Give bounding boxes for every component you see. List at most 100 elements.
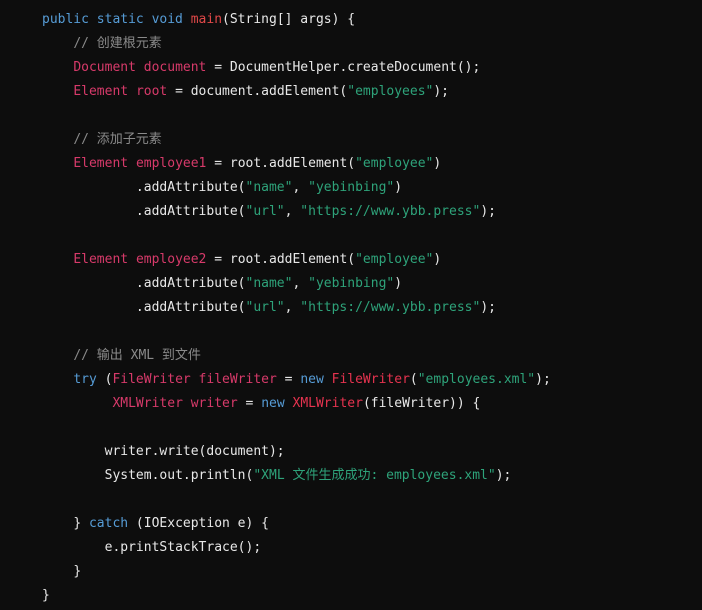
string-literal: "url" — [245, 300, 285, 315]
code-text: = root.addElement( — [206, 156, 356, 171]
code-text: ); — [535, 372, 551, 387]
keyword-token: new — [300, 372, 332, 387]
variable-token: root — [135, 84, 168, 99]
code-line: XMLWriter writer = new XMLWriter(fileWri… — [42, 392, 551, 416]
string-literal: "employee" — [355, 252, 434, 267]
code-text: ); — [480, 204, 496, 219]
code-line: } catch (IOException e) { — [42, 512, 551, 536]
code-text: ) — [394, 180, 403, 195]
type-token: XMLWriter — [112, 396, 191, 411]
code-line: .addAttribute("name", "yebinbing") — [42, 176, 551, 200]
variable-token: fileWriter — [198, 372, 277, 387]
type-token: Element — [73, 156, 136, 171]
string-literal: "https://www.ybb.press" — [300, 300, 481, 315]
code-text: ) — [433, 156, 442, 171]
code-text: ( — [409, 372, 418, 387]
code-text: .addAttribute( — [135, 300, 246, 315]
code-text: (fileWriter)) { — [362, 396, 481, 411]
type-token: FileWriter — [112, 372, 199, 387]
class-name-token: FileWriter — [331, 372, 410, 387]
code-line: Document document = DocumentHelper.creat… — [42, 56, 551, 80]
string-literal: "XML 文件生成成功: employees.xml" — [253, 468, 496, 483]
code-text: ( — [96, 372, 113, 387]
code-text: = — [276, 372, 301, 387]
keyword-token: catch — [88, 516, 129, 531]
code-text: } — [73, 516, 89, 531]
code-text: , — [284, 300, 301, 315]
code-text: ) — [394, 276, 403, 291]
code-text: , — [292, 180, 309, 195]
code-line: .addAttribute("name", "yebinbing") — [42, 272, 551, 296]
code-text: = DocumentHelper.createDocument(); — [206, 60, 481, 75]
code-text: , — [284, 204, 301, 219]
code-text: writer.write(document); — [104, 444, 285, 459]
code-text: = root.addElement( — [206, 252, 356, 267]
code-text: = — [237, 396, 262, 411]
code-text: ); — [433, 84, 450, 99]
code-line: Element root = document.addElement("empl… — [42, 80, 551, 104]
string-literal: "employees.xml" — [417, 372, 536, 387]
code-text: ); — [480, 300, 496, 315]
code-line: .addAttribute("url", "https://www.ybb.pr… — [42, 296, 551, 320]
code-text: } — [42, 588, 50, 603]
string-literal: "url" — [245, 204, 285, 219]
variable-token: document — [143, 60, 207, 75]
comment: // 输出 XML 到文件 — [73, 348, 201, 363]
code-text: } — [73, 564, 82, 579]
string-literal: "name" — [245, 180, 293, 195]
string-literal: "employee" — [355, 156, 434, 171]
keyword-token: new — [261, 396, 293, 411]
string-literal: "https://www.ybb.press" — [300, 204, 481, 219]
code-text: ) — [433, 252, 442, 267]
code-text: = document.addElement( — [167, 84, 348, 99]
code-line: // 创建根元素 — [42, 32, 551, 56]
variable-token: writer — [190, 396, 238, 411]
comment: // 添加子元素 — [73, 132, 162, 147]
code-text: .addAttribute( — [135, 276, 246, 291]
code-text: ); — [495, 468, 512, 483]
code-line: try (FileWriter fileWriter = new FileWri… — [42, 368, 551, 392]
type-token: Element — [73, 84, 136, 99]
string-literal: "yebinbing" — [308, 180, 395, 195]
code-line: Element employee2 = root.addElement("emp… — [42, 248, 551, 272]
code-text: .addAttribute( — [135, 204, 246, 219]
variable-token: employee2 — [135, 252, 207, 267]
keyword-token: public static void — [42, 12, 191, 27]
code-text: .addAttribute( — [135, 180, 246, 195]
code-line: Element employee1 = root.addElement("emp… — [42, 152, 551, 176]
string-literal: "yebinbing" — [308, 276, 395, 291]
code-line: } — [42, 584, 551, 608]
code-text: (String[] args) { — [222, 12, 356, 27]
variable-token: employee1 — [135, 156, 207, 171]
code-text: , — [292, 276, 309, 291]
type-token: Element — [73, 252, 136, 267]
code-block: public static void main(String[] args) {… — [42, 8, 551, 608]
class-name-token: XMLWriter — [292, 396, 363, 411]
type-token: Document — [73, 60, 144, 75]
string-literal: "name" — [245, 276, 293, 291]
code-text: (IOException e) { — [128, 516, 269, 531]
code-line: e.printStackTrace(); — [42, 536, 551, 560]
code-line: } — [42, 560, 551, 584]
code-line: // 输出 XML 到文件 — [42, 344, 551, 368]
comment: // 创建根元素 — [73, 36, 162, 51]
